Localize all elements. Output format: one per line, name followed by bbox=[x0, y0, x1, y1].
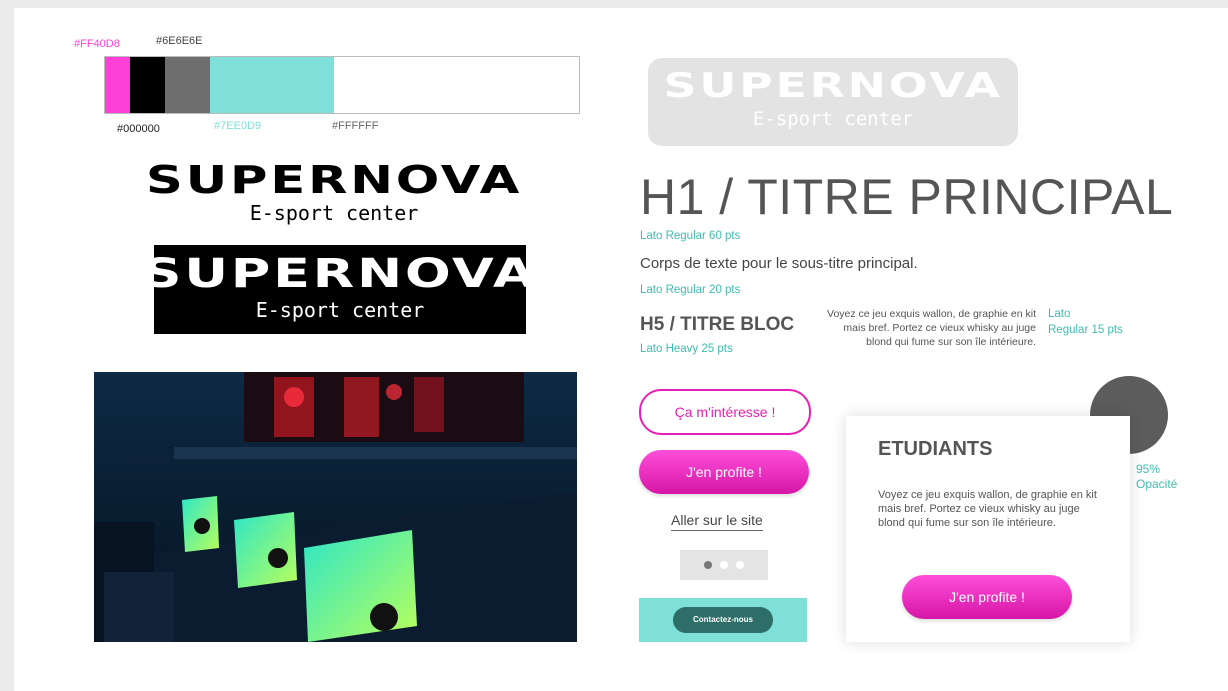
opacity-label: 95% Opacité bbox=[1136, 462, 1177, 492]
body-sample: Corps de texte pour le sous-titre princi… bbox=[640, 255, 918, 272]
swatch-pink bbox=[105, 57, 130, 113]
paragraph-sample: Voyez ce jeu exquis wallon, de graphie e… bbox=[827, 308, 1036, 348]
h5-spec: Lato Heavy 25 pts bbox=[640, 343, 733, 355]
color-palette bbox=[104, 56, 580, 114]
logo-wordmark: SUPERNOVA bbox=[142, 251, 538, 297]
go-to-site-link[interactable]: Aller sur le site bbox=[671, 512, 763, 531]
swatch-label-teal: #7EE0D9 bbox=[214, 120, 262, 132]
carousel-dot[interactable] bbox=[704, 561, 712, 569]
carousel-dot[interactable] bbox=[736, 561, 744, 569]
swatch-label-white: #FFFFFF bbox=[332, 120, 379, 132]
swatch-label-gray: #6E6E6E bbox=[156, 35, 203, 47]
swatch-label-black: #000000 bbox=[117, 123, 160, 135]
paragraph-spec-line1: Lato bbox=[1048, 308, 1071, 320]
swatch-white bbox=[334, 57, 579, 113]
h5-sample: H5 / TITRE BLOC bbox=[640, 314, 795, 335]
h1-sample: H1 / TITRE PRINCIPAL bbox=[640, 169, 1174, 225]
interested-button[interactable]: Ça m'intéresse ! bbox=[639, 389, 811, 435]
logo-on-white: SUPERNOVA E-sport center bbox=[146, 160, 519, 232]
swatch-teal bbox=[210, 57, 334, 113]
logo-tagline: E-sport center bbox=[249, 201, 419, 225]
opacity-text: Opacité bbox=[1136, 477, 1178, 491]
card-text: Voyez ce jeu exquis wallon, de graphie e… bbox=[878, 489, 1097, 529]
swatch-gray bbox=[165, 57, 210, 113]
card-title: ETUDIANTS bbox=[878, 438, 993, 460]
logo-on-black: SUPERNOVA E-sport center bbox=[143, 245, 535, 334]
body-spec: Lato Regular 20 pts bbox=[640, 284, 741, 296]
carousel-dots[interactable] bbox=[680, 550, 768, 580]
opacity-value: 95% bbox=[1136, 462, 1161, 476]
student-card: ETUDIANTS Voyez ce jeu exquis wallon, de… bbox=[846, 416, 1130, 642]
swatch-black bbox=[130, 57, 165, 113]
logo-tagline: E-sport center bbox=[255, 298, 425, 322]
h1-spec: Lato Regular 60 pts bbox=[640, 230, 741, 242]
contact-button[interactable]: Contactez-nous bbox=[673, 607, 773, 633]
logo-tagline: E-sport center bbox=[752, 108, 914, 130]
logo-ghost: SUPERNOVA E-sport center bbox=[648, 58, 1018, 146]
contact-band: Contactez-nous bbox=[639, 598, 807, 642]
profit-button[interactable]: J'en profite ! bbox=[639, 450, 809, 494]
card-profit-button[interactable]: J'en profite ! bbox=[902, 575, 1072, 619]
paragraph-spec-line2: Regular 15 pts bbox=[1048, 324, 1123, 336]
logo-wordmark: SUPERNOVA bbox=[145, 158, 523, 202]
style-guide-board: #FF40D8 #6E6E6E #000000 #7EE0D9 #FFFFFF … bbox=[14, 8, 1228, 691]
gaming-room-photo bbox=[94, 372, 577, 642]
logo-wordmark: SUPERNOVA bbox=[663, 66, 1003, 106]
carousel-dot[interactable] bbox=[720, 561, 728, 569]
swatch-label-pink: #FF40D8 bbox=[74, 38, 120, 50]
